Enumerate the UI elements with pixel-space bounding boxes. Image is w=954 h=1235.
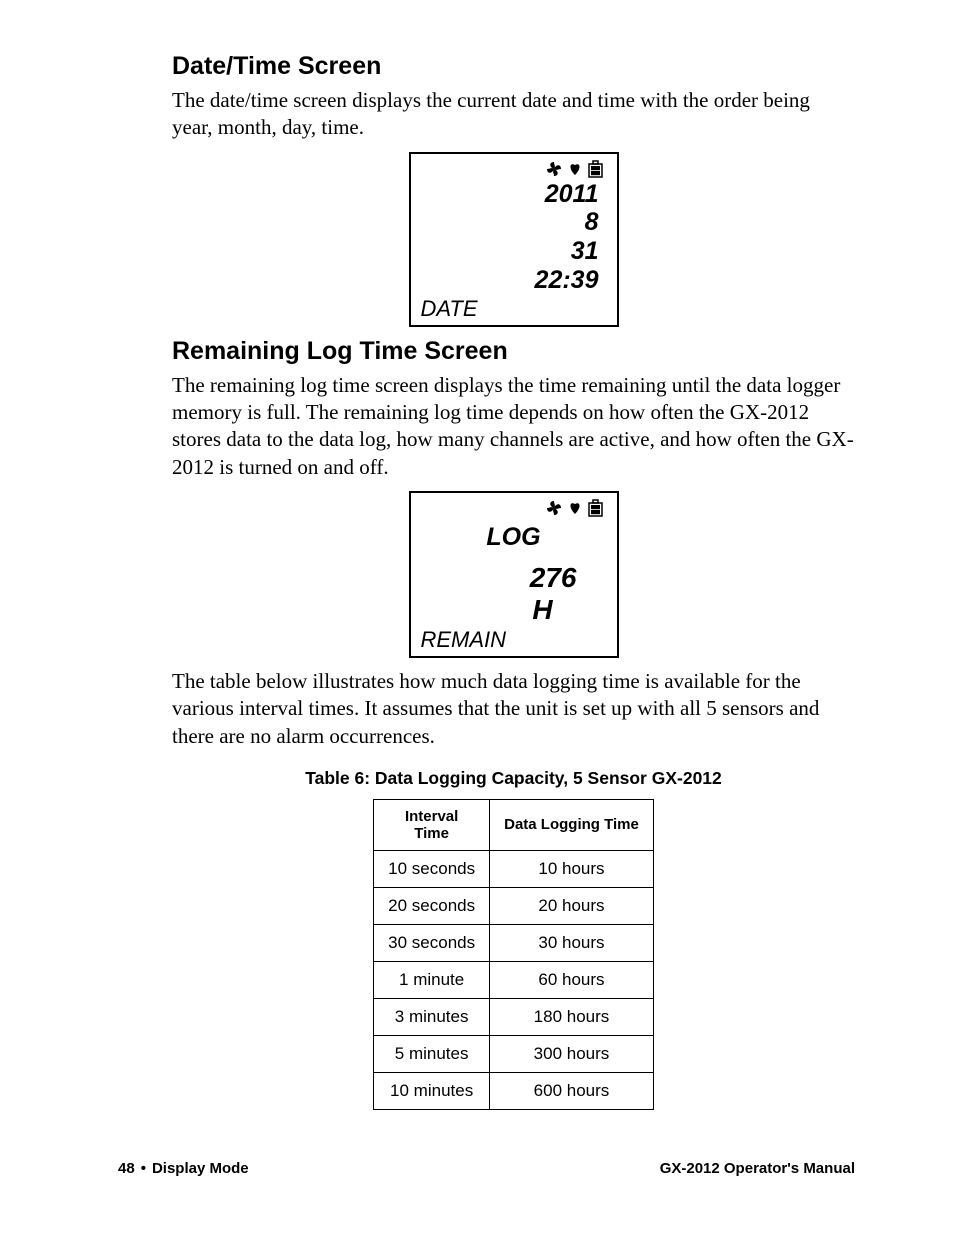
- cell-interval: 3 minutes: [374, 998, 490, 1035]
- table-row: 30 seconds30 hours: [374, 924, 654, 961]
- section-heading-remaining-log: Remaining Log Time Screen: [172, 337, 855, 366]
- lcd-time: 22:39: [421, 266, 607, 295]
- lcd-date-screen: 2011 8 31 22:39 DATE: [409, 152, 619, 327]
- table-header-capacity: Data Logging Time: [490, 799, 654, 850]
- cell-capacity: 180 hours: [490, 998, 654, 1035]
- lcd-remain-screen: LOG 276 H REMAIN: [409, 491, 619, 658]
- lcd-log-value: 276: [421, 562, 607, 594]
- cell-interval: 10 minutes: [374, 1072, 490, 1109]
- cell-capacity: 300 hours: [490, 1035, 654, 1072]
- cell-capacity: 60 hours: [490, 961, 654, 998]
- lcd-year: 2011: [421, 180, 607, 209]
- lcd-log-title: LOG: [421, 519, 607, 552]
- table-row: 10 minutes600 hours: [374, 1072, 654, 1109]
- data-logging-table: IntervalTime Data Logging Time 10 second…: [373, 799, 654, 1110]
- table-header-interval: IntervalTime: [374, 799, 490, 850]
- page-footer: 48 • Display Mode GX-2012 Operator's Manua…: [118, 1160, 855, 1177]
- lcd-date-label: DATE: [421, 295, 607, 321]
- cell-capacity: 10 hours: [490, 850, 654, 887]
- lcd-day: 31: [421, 237, 607, 266]
- cell-interval: 10 seconds: [374, 850, 490, 887]
- table-row: 10 seconds10 hours: [374, 850, 654, 887]
- table-row: 5 minutes300 hours: [374, 1035, 654, 1072]
- section-paragraph-date-time: The date/time screen displays the curren…: [172, 87, 855, 142]
- table-row: 20 seconds20 hours: [374, 887, 654, 924]
- cell-interval: 1 minute: [374, 961, 490, 998]
- cell-capacity: 30 hours: [490, 924, 654, 961]
- footer-bullet: •: [141, 1160, 146, 1177]
- table-row: 1 minute60 hours: [374, 961, 654, 998]
- footer-page-number: 48: [118, 1160, 135, 1177]
- cell-interval: 20 seconds: [374, 887, 490, 924]
- footer-right: GX-2012 Operator's Manual: [660, 1160, 855, 1177]
- section-paragraph-table-intro: The table below illustrates how much dat…: [172, 668, 855, 750]
- lcd-log-unit: H: [421, 594, 607, 626]
- section-heading-date-time: Date/Time Screen: [172, 52, 855, 81]
- cell-capacity: 20 hours: [490, 887, 654, 924]
- lcd-remain-label: REMAIN: [421, 626, 607, 652]
- section-paragraph-remaining-log: The remaining log time screen displays t…: [172, 372, 855, 481]
- lcd-status-icons: [421, 160, 607, 180]
- cell-interval: 5 minutes: [374, 1035, 490, 1072]
- table-caption: Table 6: Data Logging Capacity, 5 Sensor…: [172, 768, 855, 789]
- table-header-row: IntervalTime Data Logging Time: [374, 799, 654, 850]
- footer-left: 48 • Display Mode: [118, 1160, 249, 1177]
- cell-interval: 30 seconds: [374, 924, 490, 961]
- lcd-month: 8: [421, 208, 607, 237]
- table-row: 3 minutes180 hours: [374, 998, 654, 1035]
- lcd-status-icons: [421, 499, 607, 519]
- cell-capacity: 600 hours: [490, 1072, 654, 1109]
- footer-section-name: Display Mode: [152, 1160, 249, 1177]
